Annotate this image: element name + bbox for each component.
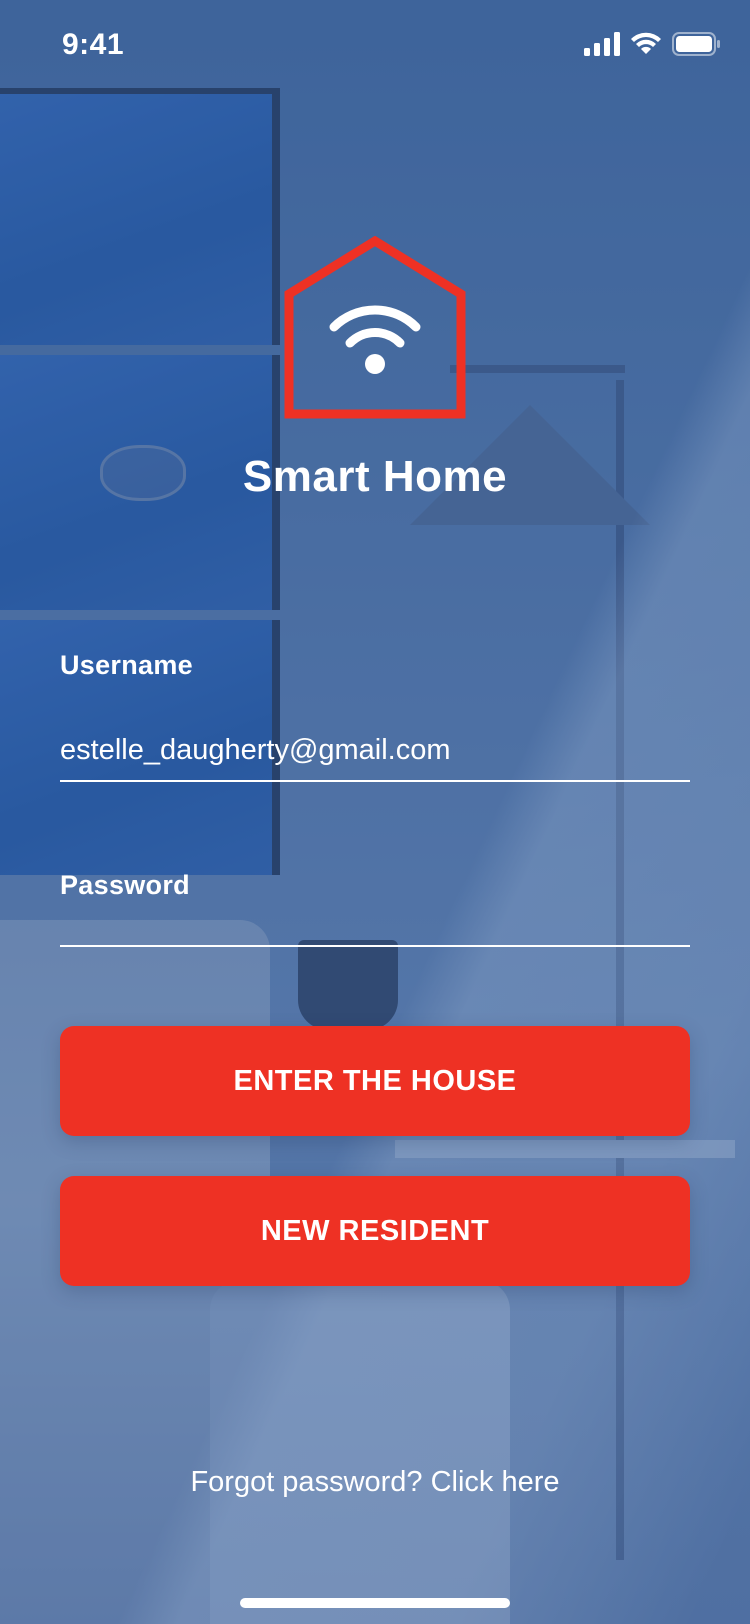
signal-icon <box>584 32 620 56</box>
home-indicator <box>240 1598 510 1608</box>
enter-the-house-button[interactable]: ENTER THE HOUSE <box>60 1026 690 1136</box>
username-label: Username <box>60 650 193 680</box>
house-wifi-icon <box>284 236 466 419</box>
status-time: 9:41 <box>62 28 125 61</box>
new-resident-button[interactable]: NEW RESIDENT <box>60 1176 690 1286</box>
forgot-password-link[interactable]: Forgot password? Click here <box>0 1466 750 1499</box>
username-field[interactable] <box>60 720 690 782</box>
status-bar: 9:41 <box>0 0 750 88</box>
battery-icon <box>672 32 720 56</box>
password-field[interactable] <box>60 885 690 947</box>
app-title: Smart Home <box>242 452 508 501</box>
wifi-icon <box>631 32 661 54</box>
status-icons <box>584 32 720 56</box>
